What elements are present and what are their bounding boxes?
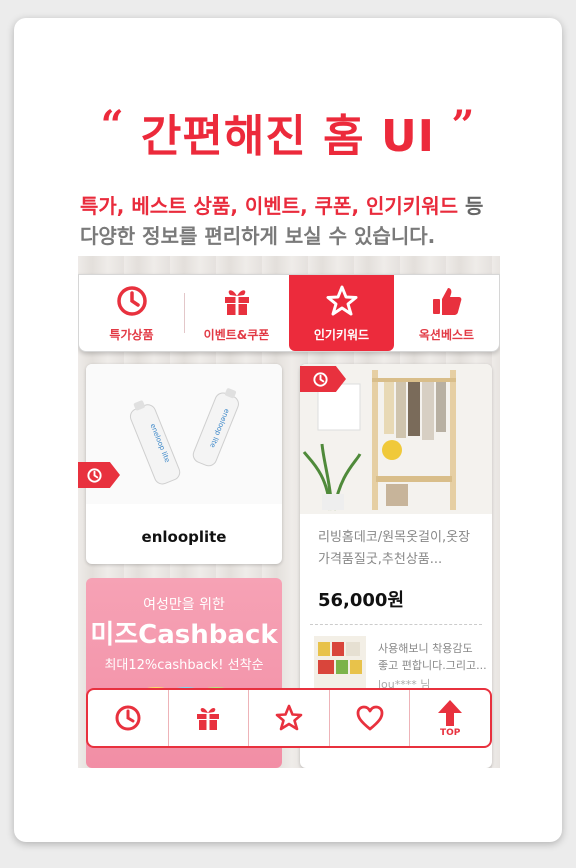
top-arrow-icon [438, 700, 463, 726]
subtitle-highlight: 특가, 베스트 상품, 이벤트, 쿠폰, 인기키워드 [80, 194, 459, 218]
tab-bar: 특가상품 이벤트&쿠폰 인기키워드 옥션베스트 [78, 274, 500, 352]
product-card-battery[interactable]: eneloop lite eneloop lite enlooplite [86, 364, 282, 564]
subtitle-line-1: 특가, 베스트 상품, 이벤트, 쿠폰, 인기키워드 등 [80, 190, 483, 219]
promo-card: “ 간편해진 홈 UI ” 특가, 베스트 상품, 이벤트, 쿠폰, 인기키워드… [14, 18, 562, 842]
open-quote: “ [100, 102, 125, 149]
product-price: 56,000원 [318, 590, 405, 611]
tab-label: 이벤트&쿠폰 [203, 327, 270, 342]
quick-keywords-button[interactable] [249, 690, 330, 746]
tab-special-deals[interactable]: 특가상품 [79, 275, 184, 351]
quick-wishlist-button[interactable] [330, 690, 411, 746]
subtitle-rest: 등 [458, 194, 484, 218]
product-description-2: 가격품질굿,추천상품... [318, 552, 443, 567]
tab-popular-keywords[interactable]: 인기키워드 [289, 275, 394, 351]
headline-text: 간편해진 홈 UI [140, 111, 436, 162]
gift-icon [224, 289, 249, 315]
star-icon [275, 704, 303, 731]
tab-label: 인기키워드 [313, 327, 370, 342]
tab-label: 옥션베스트 [418, 327, 475, 342]
top-label: TOP [439, 728, 461, 738]
promo-line-3: 최대12%cashback! 선착순 [104, 658, 264, 673]
subtitle-line-2: 다양한 정보를 편리하게 보실 수 있습니다. [80, 224, 436, 248]
tab-events-coupons[interactable]: 이벤트&쿠폰 [184, 275, 289, 351]
review-text-1: 사용해보니 착용감도 [378, 642, 473, 655]
quick-events-button[interactable] [169, 690, 250, 746]
scroll-top-button[interactable]: TOP [410, 690, 490, 746]
clock-icon [87, 467, 102, 483]
quick-deals-button[interactable] [88, 690, 169, 746]
product-name: enlooplite [141, 528, 227, 546]
promo-line-1: 여성만을 위한 [143, 597, 225, 613]
thumbs-up-icon [432, 287, 461, 315]
bottom-quick-bar: TOP [86, 688, 492, 748]
tab-auction-best[interactable]: 옥션베스트 [394, 275, 499, 351]
clock-icon [116, 285, 147, 316]
clock-icon [115, 705, 141, 731]
close-quote: ” [451, 102, 476, 149]
review-text-2: 좋고 편합니다.그리고... [378, 659, 487, 672]
review-thumbnail [314, 636, 366, 688]
tab-divider [184, 293, 185, 333]
clock-icon [313, 371, 328, 387]
product-description-1: 리빙홈데코/원목옷걸이,옷장 [318, 530, 471, 545]
divider [310, 624, 482, 625]
star-icon [326, 285, 357, 315]
promo-line-2: 미즈Cashback [90, 620, 278, 650]
headline: “ 간편해진 홈 UI ” [14, 100, 562, 164]
gift-icon [197, 707, 220, 730]
tab-label: 특가상품 [109, 327, 154, 342]
heart-icon [356, 705, 383, 731]
